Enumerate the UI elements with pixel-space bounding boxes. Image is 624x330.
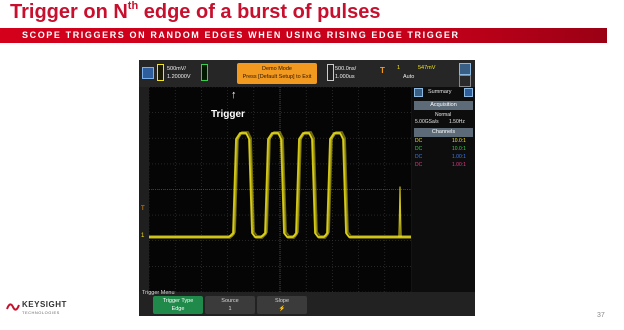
channel-probe-ratio: 1.00:1 [452, 162, 466, 168]
channel-coupling: DC [415, 162, 423, 168]
channel-probe-ratio: 10.0:1 [452, 138, 466, 144]
channel-probe-ratio: 10.0:1 [452, 146, 466, 152]
channel-row: DC 1.00:1 [412, 154, 475, 162]
subtitle-banner: SCOPE TRIGGERS ON RANDOM EDGES WHEN USIN… [0, 28, 607, 43]
trigger-annotation: Trigger [211, 109, 245, 120]
softkey-bar: Trigger Menu Trigger Type Edge Source 1 … [139, 290, 475, 316]
channel-row: DC 10.0:1 [412, 138, 475, 146]
trigger-mode: Auto [403, 74, 415, 80]
channel1-indicator[interactable] [157, 64, 164, 81]
trigger-indicator[interactable]: T [380, 67, 385, 75]
channel-coupling: DC [415, 138, 423, 144]
acquisition-mode: Normal [435, 112, 452, 118]
channels-header: Channels [414, 128, 473, 137]
oscilloscope-screen: 500mV/ 1.20000V Demo Mode Press [Default… [139, 60, 475, 316]
channel-row: DC 10.0:1 [412, 146, 475, 154]
page-number: 37 [597, 312, 605, 319]
keysight-wave-icon [6, 303, 20, 311]
acquisition-header: Acquisition [414, 101, 473, 110]
channel2-indicator[interactable] [201, 64, 208, 81]
channel-coupling: DC [415, 154, 423, 160]
waveform-display: ↑ Trigger [149, 87, 411, 292]
menu-icon[interactable] [414, 88, 423, 97]
trigger-level: 547mV [418, 65, 436, 71]
grid-icon[interactable] [459, 75, 471, 87]
channel1-ground-marker: 1 [141, 233, 145, 239]
summary-panel: Summary Acquisition Normal 5.00GSa/s 1.5… [412, 87, 475, 292]
left-margin [139, 87, 149, 292]
slide-title: Trigger on Nth edge of a burst of pulses [10, 0, 381, 24]
home-icon[interactable] [142, 67, 154, 79]
channel-scale: 500mV/ [167, 66, 186, 72]
trigger-type-softkey[interactable]: Trigger Type Edge [153, 296, 203, 314]
channel-probe-ratio: 1.00:1 [452, 154, 466, 160]
screenshot-icon[interactable] [459, 63, 471, 75]
horizontal-indicator[interactable] [327, 64, 334, 81]
time-delay: 1.000us [335, 74, 355, 80]
channel-coupling: DC [415, 146, 423, 152]
sample-rate: 5.00GSa/s [415, 119, 439, 125]
panel-close-icon[interactable] [464, 88, 473, 97]
slope-softkey[interactable]: Slope ⚡ [257, 296, 307, 314]
channel-list: DC 10.0:1 DC 10.0:1 DC 1.00:1 DC 1.00:1 [412, 138, 475, 170]
channel-offset: 1.20000V [167, 74, 191, 80]
time-scale: 500.0ns/ [335, 66, 357, 72]
source-softkey[interactable]: Source 1 [205, 296, 255, 314]
trigger-level-marker: T [141, 206, 145, 212]
summary-tab[interactable]: Summary [428, 89, 452, 96]
trigger-position-marker: ↑ [231, 89, 237, 101]
trigger-source: 1 [397, 65, 401, 71]
channel-row: DC 1.00:1 [412, 162, 475, 170]
demo-mode-banner[interactable]: Demo Mode Press [Default Setup] to Exit [237, 63, 317, 84]
acquisition-frequency: 1.50Hz [449, 119, 465, 125]
status-bar: 500mV/ 1.20000V Demo Mode Press [Default… [139, 60, 475, 87]
